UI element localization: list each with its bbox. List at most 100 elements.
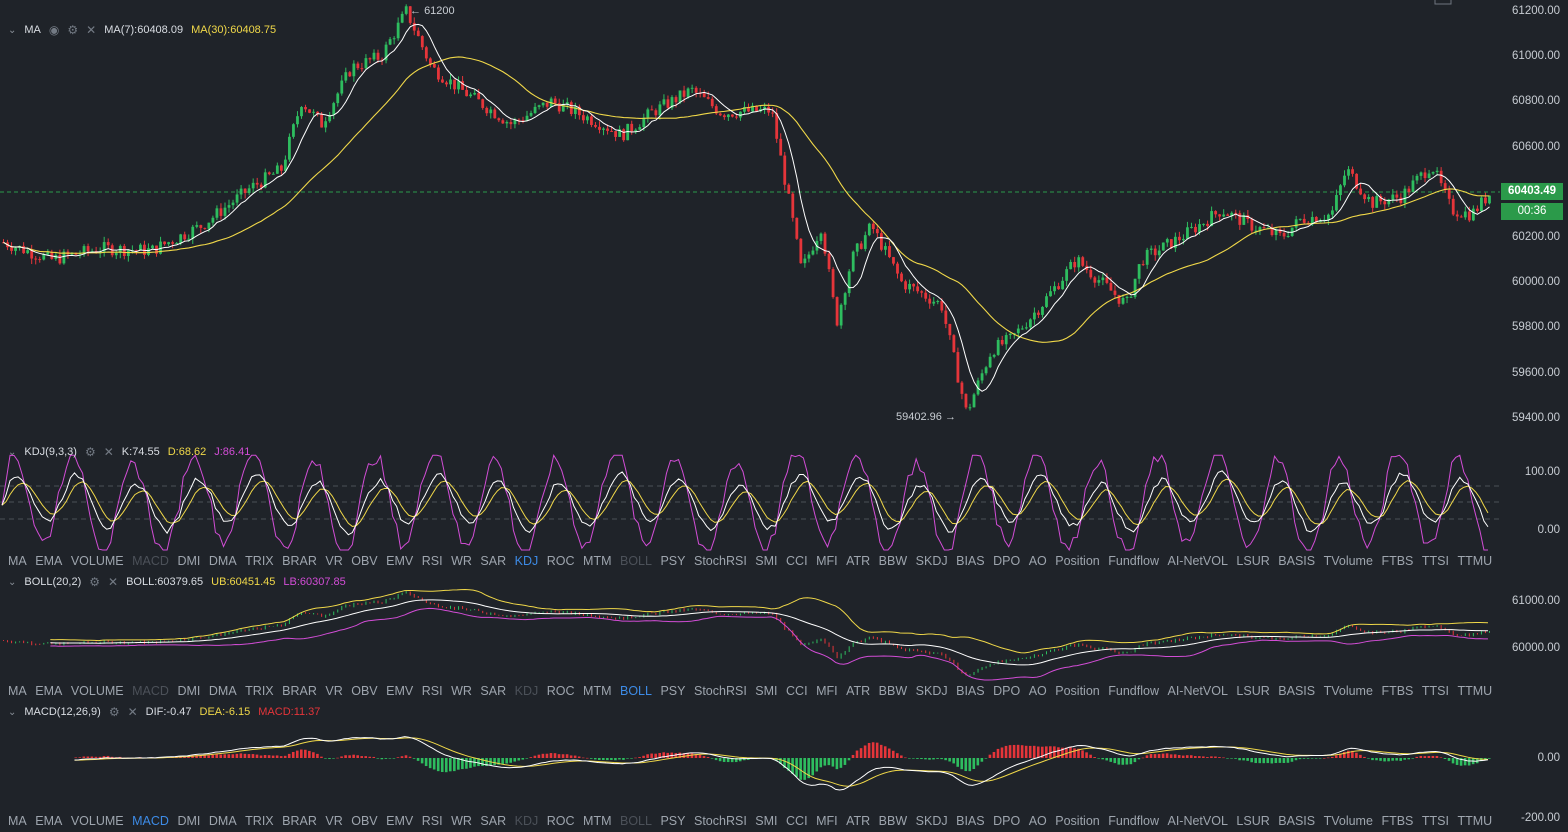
indicator-tab[interactable]: ROC [547, 684, 575, 702]
indicator-tab[interactable]: AI-NetVOL [1167, 684, 1227, 702]
indicator-tab[interactable]: WR [451, 684, 472, 702]
close-icon[interactable]: ✕ [128, 705, 138, 719]
indicator-tab[interactable]: BASIS [1278, 684, 1315, 702]
chevron-down-icon[interactable]: ⌄ [8, 25, 16, 36]
chevron-down-icon[interactable]: ⌄ [8, 577, 16, 588]
indicator-tab[interactable]: DPO [993, 554, 1020, 572]
eye-icon[interactable]: ◉ [49, 23, 59, 37]
indicator-tab[interactable]: FTBS [1381, 684, 1413, 702]
indicator-tab[interactable]: SKDJ [916, 814, 948, 832]
indicator-tab[interactable]: SAR [480, 554, 506, 572]
close-icon[interactable]: ✕ [108, 575, 118, 589]
indicator-tab[interactable]: DMA [209, 554, 237, 572]
indicator-tab[interactable]: KDJ [515, 814, 539, 832]
indicator-tab[interactable]: MTM [583, 814, 611, 832]
indicator-tab[interactable]: AI-NetVOL [1167, 554, 1227, 572]
indicator-tab[interactable]: ROC [547, 814, 575, 832]
indicator-tab[interactable]: SKDJ [916, 554, 948, 572]
indicator-tab[interactable]: FTBS [1381, 814, 1413, 832]
indicator-tab[interactable]: VR [325, 684, 342, 702]
indicator-tab[interactable]: ROC [547, 554, 575, 572]
indicator-tab[interactable]: OBV [351, 554, 377, 572]
indicator-tab[interactable]: TVolume [1324, 814, 1373, 832]
indicator-tab[interactable]: ATR [846, 554, 870, 572]
indicator-tab[interactable]: MACD [132, 684, 169, 702]
indicator-tab[interactable]: VOLUME [71, 554, 124, 572]
settings-icon[interactable]: ⚙ [67, 23, 78, 37]
indicator-tab[interactable]: TTSI [1422, 814, 1449, 832]
indicator-tab[interactable]: MFI [816, 814, 838, 832]
indicator-tab[interactable]: Position [1055, 814, 1099, 832]
indicator-tab[interactable]: BBW [879, 554, 907, 572]
indicator-tab[interactable]: ATR [846, 684, 870, 702]
indicator-tab[interactable]: VOLUME [71, 814, 124, 832]
indicator-tab[interactable]: MA [8, 554, 27, 572]
indicator-tab[interactable]: KDJ [515, 684, 539, 702]
indicator-tab[interactable]: DMI [177, 554, 200, 572]
indicator-tab[interactable]: BIAS [956, 684, 985, 702]
indicator-tab[interactable]: DMI [177, 814, 200, 832]
indicator-tab[interactable]: FTBS [1381, 554, 1413, 572]
indicator-tab[interactable]: SAR [480, 814, 506, 832]
indicator-tab[interactable]: CCI [786, 684, 808, 702]
indicator-tab[interactable]: AI-NetVOL [1167, 814, 1227, 832]
indicator-tab[interactable]: SMI [755, 684, 777, 702]
indicator-tab[interactable]: TTSI [1422, 554, 1449, 572]
indicator-tab[interactable]: OBV [351, 684, 377, 702]
indicator-tab[interactable]: AO [1029, 554, 1047, 572]
indicator-tab[interactable]: MACD [132, 814, 169, 832]
chevron-down-icon[interactable]: ⌄ [8, 447, 16, 458]
price-candlestick-chart[interactable] [0, 0, 1568, 440]
indicator-tab[interactable]: RSI [422, 684, 443, 702]
indicator-tab[interactable]: EMV [386, 684, 413, 702]
indicator-tab[interactable]: SMI [755, 814, 777, 832]
indicator-tab[interactable]: BOLL [620, 554, 652, 572]
indicator-tab[interactable]: VOLUME [71, 684, 124, 702]
indicator-tab[interactable]: PSY [660, 684, 685, 702]
indicator-tab[interactable]: KDJ [515, 554, 539, 572]
indicator-tab[interactable]: BOLL [620, 814, 652, 832]
indicator-tab[interactable]: BRAR [282, 554, 317, 572]
chevron-down-icon[interactable]: ⌄ [8, 707, 16, 718]
indicator-tab[interactable]: MTM [583, 684, 611, 702]
settings-icon[interactable]: ⚙ [85, 445, 96, 459]
main-chart-pane[interactable]: ⌄ MA ◉ ⚙ ✕ MA(7):60408.09 MA(30):60408.7… [0, 0, 1568, 440]
indicator-tab[interactable]: VR [325, 554, 342, 572]
settings-icon[interactable]: ⚙ [109, 705, 120, 719]
indicator-tab[interactable]: EMA [35, 684, 62, 702]
indicator-tab[interactable]: BBW [879, 684, 907, 702]
indicator-tab[interactable]: EMA [35, 554, 62, 572]
indicator-tab[interactable]: MA [8, 684, 27, 702]
indicator-tab[interactable]: Fundflow [1108, 684, 1159, 702]
indicator-tab[interactable]: TRIX [245, 814, 273, 832]
indicator-tab[interactable]: BASIS [1278, 814, 1315, 832]
indicator-tab[interactable]: MA [8, 814, 27, 832]
indicator-tab[interactable]: DPO [993, 684, 1020, 702]
indicator-tab[interactable]: TVolume [1324, 554, 1373, 572]
indicator-tab[interactable]: VR [325, 814, 342, 832]
indicator-tab[interactable]: Fundflow [1108, 554, 1159, 572]
indicator-tab[interactable]: Position [1055, 684, 1099, 702]
settings-icon[interactable]: ⚙ [89, 575, 100, 589]
indicator-tab[interactable]: StochRSI [694, 554, 747, 572]
indicator-tab[interactable]: MACD [132, 554, 169, 572]
macd-pane[interactable]: ⌄ MACD(12,26,9) ⚙ ✕ DIF:-0.47 DEA:-6.15 … [0, 702, 1568, 812]
indicator-tab[interactable]: SMI [755, 554, 777, 572]
indicator-tab[interactable]: BBW [879, 814, 907, 832]
indicator-tab[interactable]: TRIX [245, 554, 273, 572]
indicator-tab[interactable]: LSUR [1236, 814, 1269, 832]
indicator-tab[interactable]: MFI [816, 684, 838, 702]
close-icon[interactable]: ✕ [104, 445, 114, 459]
indicator-tab[interactable]: BRAR [282, 684, 317, 702]
indicator-tab[interactable]: BIAS [956, 814, 985, 832]
indicator-tab[interactable]: BASIS [1278, 554, 1315, 572]
indicator-tab[interactable]: OBV [351, 814, 377, 832]
boll-pane[interactable]: ⌄ BOLL(20,2) ⚙ ✕ BOLL:60379.65 UB:60451.… [0, 572, 1568, 682]
indicator-tab[interactable]: EMV [386, 814, 413, 832]
indicator-tab[interactable]: LSUR [1236, 684, 1269, 702]
indicator-tab[interactable]: RSI [422, 554, 443, 572]
indicator-tab[interactable]: ATR [846, 814, 870, 832]
indicator-tab[interactable]: MTM [583, 554, 611, 572]
indicator-tab[interactable]: TVolume [1324, 684, 1373, 702]
indicator-tab[interactable]: AO [1029, 814, 1047, 832]
